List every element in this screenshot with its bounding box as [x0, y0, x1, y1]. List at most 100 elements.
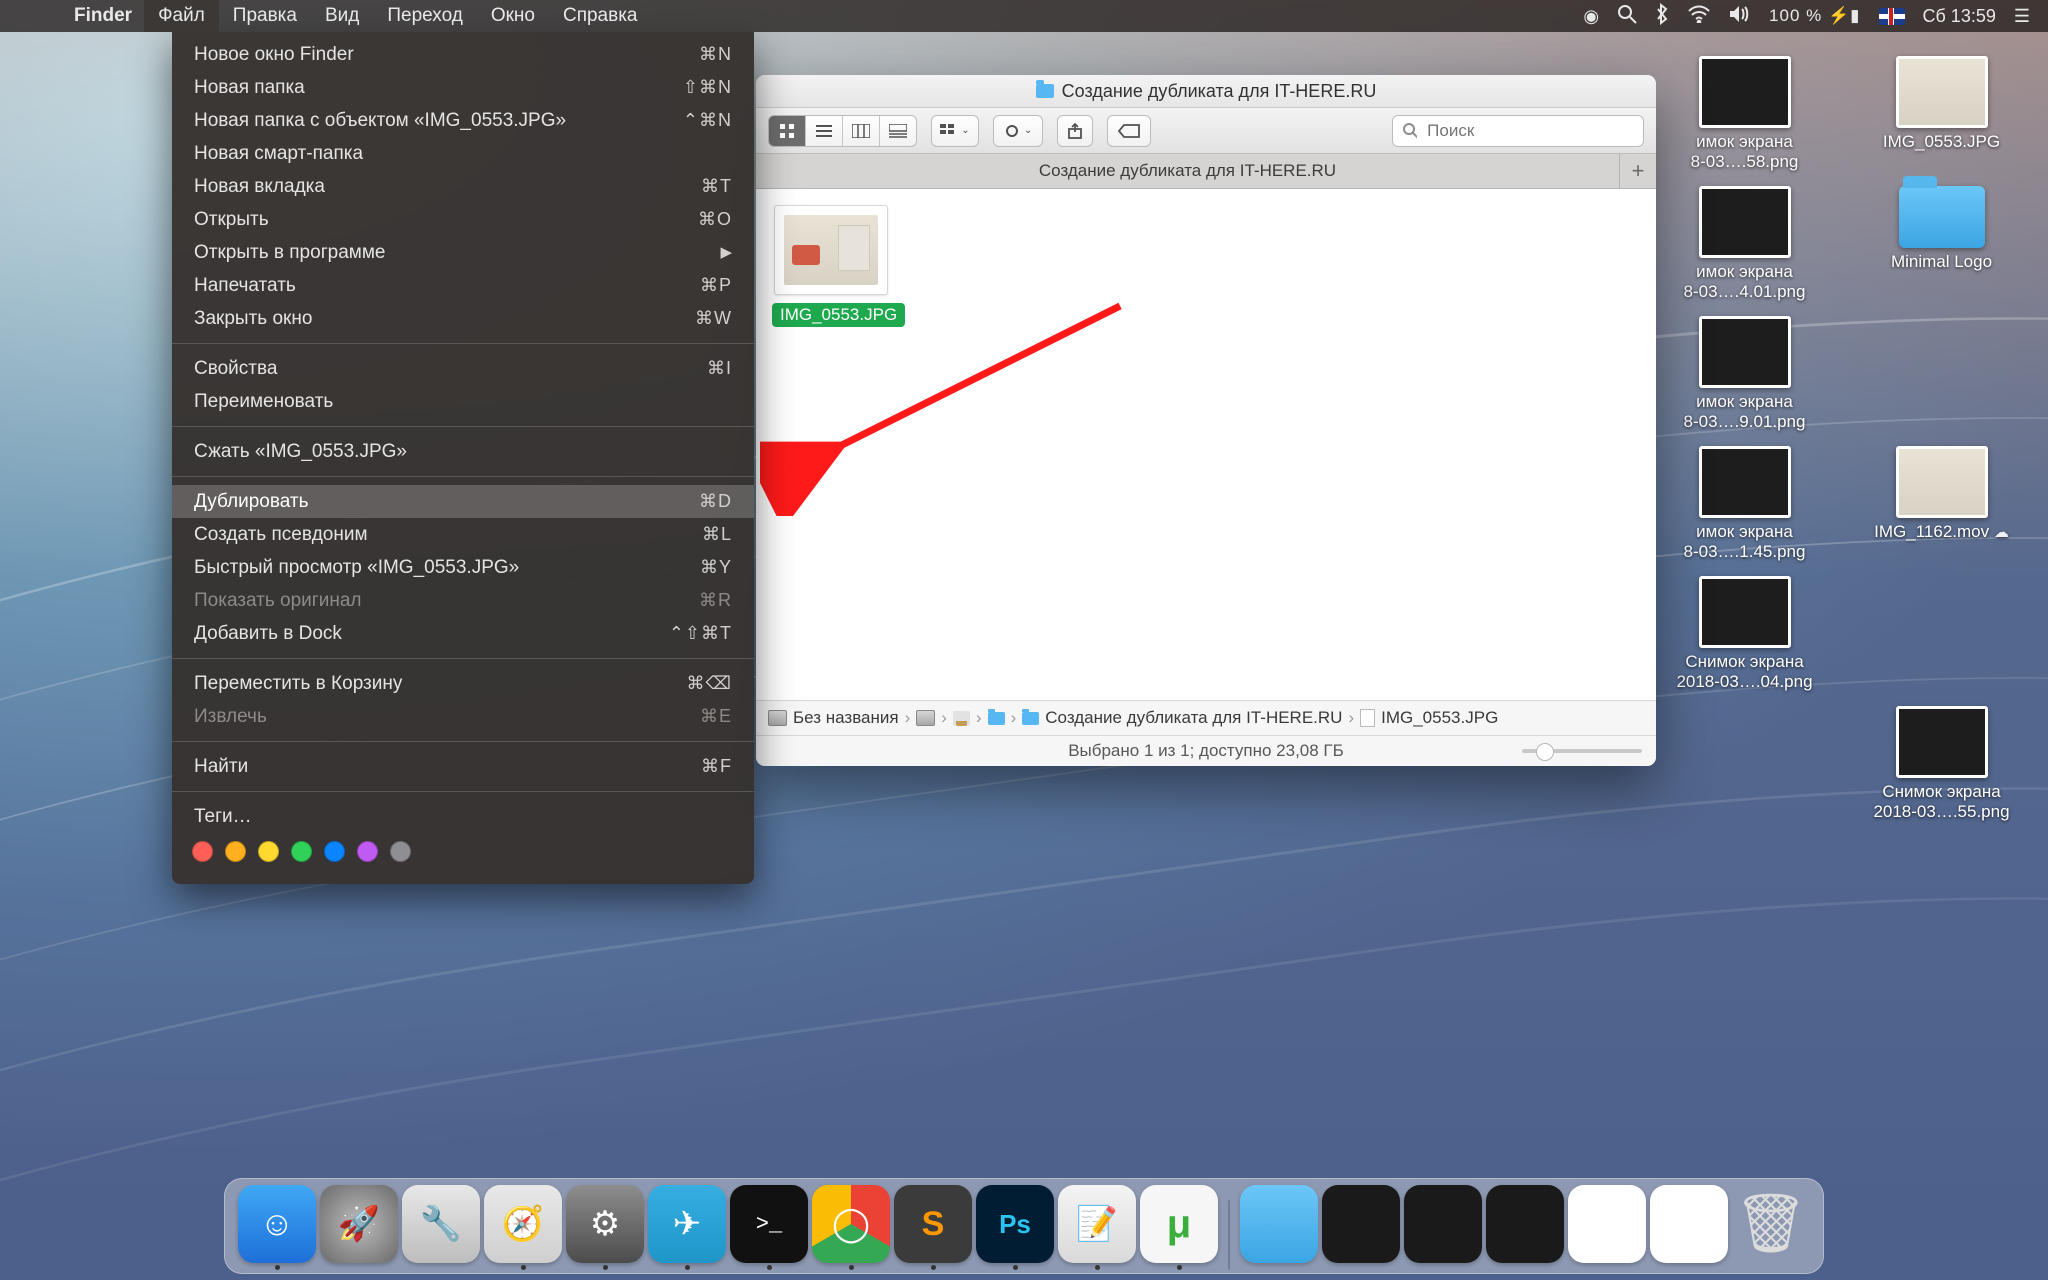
menu-row[interactable]: Открыть в программе▶	[172, 236, 754, 269]
window-title: Создание дубликата для IT-HERE.RU	[1062, 81, 1377, 102]
icon-view-icon[interactable]	[769, 116, 806, 146]
desktop-icon[interactable]: имок экрана8-03….4.01.png	[1658, 186, 1831, 302]
dock-finder[interactable]: ☺	[238, 1185, 316, 1270]
menubar: Finder ФайлПравкаВидПереходОкноСправка ◉…	[0, 0, 2048, 32]
dock-safari[interactable]: 🧭	[484, 1185, 562, 1270]
wifi-icon[interactable]	[1687, 5, 1711, 28]
dock-photoshop[interactable]: Ps	[976, 1185, 1054, 1270]
path-crumb[interactable]	[988, 712, 1005, 725]
battery-status[interactable]: 100 % ⚡▮	[1769, 6, 1860, 26]
desktop-icon[interactable]: имок экрана8-03….1.45.png	[1658, 446, 1831, 562]
menu-row[interactable]: Быстрый просмотр «IMG_0553.JPG»⌘Y	[172, 551, 754, 584]
coverflow-view-icon[interactable]	[880, 116, 916, 146]
menu-row[interactable]: Напечатать⌘P	[172, 269, 754, 302]
finder-titlebar[interactable]: Создание дубликата для IT-HERE.RU	[756, 75, 1656, 108]
clock[interactable]: Сб 13:59	[1923, 6, 1996, 27]
menu-row[interactable]: Новое окно Finder⌘N	[172, 38, 754, 71]
menu-row[interactable]: Добавить в Dock⌃⇧⌘T	[172, 617, 754, 650]
menu-item-правка[interactable]: Правка	[219, 0, 311, 32]
path-crumb[interactable]: Без названия	[768, 708, 899, 728]
menu-row[interactable]: Новая папка с объектом «IMG_0553.JPG»⌃⌘N	[172, 104, 754, 137]
tag-color[interactable]	[291, 841, 312, 862]
bluetooth-icon[interactable]	[1655, 3, 1669, 30]
dock-task4[interactable]	[1568, 1185, 1646, 1270]
dock-chrome[interactable]: ◯	[812, 1185, 890, 1270]
dock-trash[interactable]: 🗑	[1732, 1185, 1810, 1270]
dock-telegram[interactable]: ✈	[648, 1185, 726, 1270]
action-dropdown[interactable]: ⌄	[993, 115, 1043, 147]
share-button[interactable]	[1057, 115, 1093, 147]
menu-row[interactable]: Свойства⌘I	[172, 352, 754, 385]
desktop-icon[interactable]: Minimal Logo	[1855, 186, 2028, 302]
path-crumb[interactable]: Создание дубликата для IT-HERE.RU	[1022, 708, 1342, 728]
dock-textedit[interactable]: 📝	[1058, 1185, 1136, 1270]
view-switcher[interactable]	[768, 115, 917, 147]
desktop: Finder ФайлПравкаВидПереходОкноСправка ◉…	[0, 0, 2048, 1280]
tag-color[interactable]	[225, 841, 246, 862]
finder-tab[interactable]: Создание дубликата для IT-HERE.RU	[756, 154, 1620, 188]
dock-folder1[interactable]	[1240, 1185, 1318, 1270]
desktop-icon[interactable]: Снимок экрана2018-03….04.png	[1658, 576, 1831, 692]
finder-content[interactable]: IMG_0553.JPG	[756, 189, 1656, 700]
dock-task3[interactable]	[1486, 1185, 1564, 1270]
desktop-icon[interactable]: Снимок экрана2018-03….55.png	[1855, 706, 2028, 822]
column-view-icon[interactable]	[843, 116, 880, 146]
menu-row[interactable]: Найти⌘F	[172, 750, 754, 783]
menu-row[interactable]: Теги…	[172, 800, 754, 833]
dock-utorrent[interactable]: μ	[1140, 1185, 1218, 1270]
tags-button[interactable]	[1107, 115, 1151, 147]
tag-color[interactable]	[192, 841, 213, 862]
tag-color[interactable]	[324, 841, 345, 862]
dock-launchpad[interactable]: 🚀	[320, 1185, 398, 1270]
menu-row[interactable]: Новая папка⇧⌘N	[172, 71, 754, 104]
file-menu-dropdown: Новое окно Finder⌘NНовая папка⇧⌘NНовая п…	[172, 32, 754, 884]
menu-item-окно[interactable]: Окно	[477, 0, 549, 32]
desktop-icon[interactable]: имок экрана8-03….9.01.png	[1658, 316, 1831, 432]
menu-row[interactable]: Новая смарт-папка	[172, 137, 754, 170]
menu-item-справка[interactable]: Справка	[549, 0, 652, 32]
menu-row[interactable]: Дублировать⌘D	[172, 485, 754, 518]
desktop-icon[interactable]: IMG_1162.mov ☁︎	[1855, 446, 2028, 562]
search-input[interactable]	[1425, 120, 1633, 142]
new-tab-button[interactable]: +	[1620, 154, 1656, 188]
spotlight-icon[interactable]	[1617, 4, 1637, 29]
desktop-icon[interactable]: IMG_0553.JPG	[1855, 56, 2028, 172]
menu-item-переход[interactable]: Переход	[373, 0, 476, 32]
search-field[interactable]	[1392, 115, 1644, 147]
list-view-icon[interactable]	[806, 116, 843, 146]
notification-center-icon[interactable]: ☰	[2014, 6, 2030, 27]
menu-row[interactable]: Открыть⌘O	[172, 203, 754, 236]
menu-item-файл[interactable]: Файл	[144, 0, 219, 32]
arrange-dropdown[interactable]: ⌄	[931, 115, 979, 147]
app-name[interactable]: Finder	[62, 5, 144, 27]
dock-tool[interactable]: 🔧	[402, 1185, 480, 1270]
folder-icon	[1036, 84, 1054, 98]
path-crumb[interactable]: IMG_0553.JPG	[1360, 708, 1498, 728]
dock-task5[interactable]	[1650, 1185, 1728, 1270]
menu-row[interactable]: Закрыть окно⌘W	[172, 302, 754, 335]
menu-row[interactable]: Переименовать	[172, 385, 754, 418]
dock-task2[interactable]	[1404, 1185, 1482, 1270]
file-thumbnail	[774, 205, 888, 295]
tag-color[interactable]	[390, 841, 411, 862]
tag-color[interactable]	[357, 841, 378, 862]
file-item[interactable]: IMG_0553.JPG	[772, 205, 890, 327]
search-icon	[1403, 123, 1417, 139]
menu-row[interactable]: Новая вкладка⌘T	[172, 170, 754, 203]
input-language-icon[interactable]	[1879, 8, 1905, 25]
menu-row[interactable]: Создать псевдоним⌘L	[172, 518, 754, 551]
dock-settings[interactable]: ⚙	[566, 1185, 644, 1270]
zoom-slider[interactable]	[1522, 749, 1642, 753]
dock-task1[interactable]	[1322, 1185, 1400, 1270]
dock-sublime[interactable]: S	[894, 1185, 972, 1270]
path-crumb[interactable]	[953, 711, 970, 726]
menu-row[interactable]: Переместить в Корзину⌘⌫	[172, 667, 754, 700]
path-crumb[interactable]	[916, 710, 935, 726]
dock-terminal[interactable]: >_	[730, 1185, 808, 1270]
siri-icon[interactable]: ◉	[1583, 6, 1599, 27]
volume-icon[interactable]	[1729, 5, 1751, 28]
menu-row[interactable]: Сжать «IMG_0553.JPG»	[172, 435, 754, 468]
menu-item-вид[interactable]: Вид	[311, 0, 373, 32]
desktop-icon[interactable]: имок экрана8-03….58.png	[1658, 56, 1831, 172]
tag-color[interactable]	[258, 841, 279, 862]
